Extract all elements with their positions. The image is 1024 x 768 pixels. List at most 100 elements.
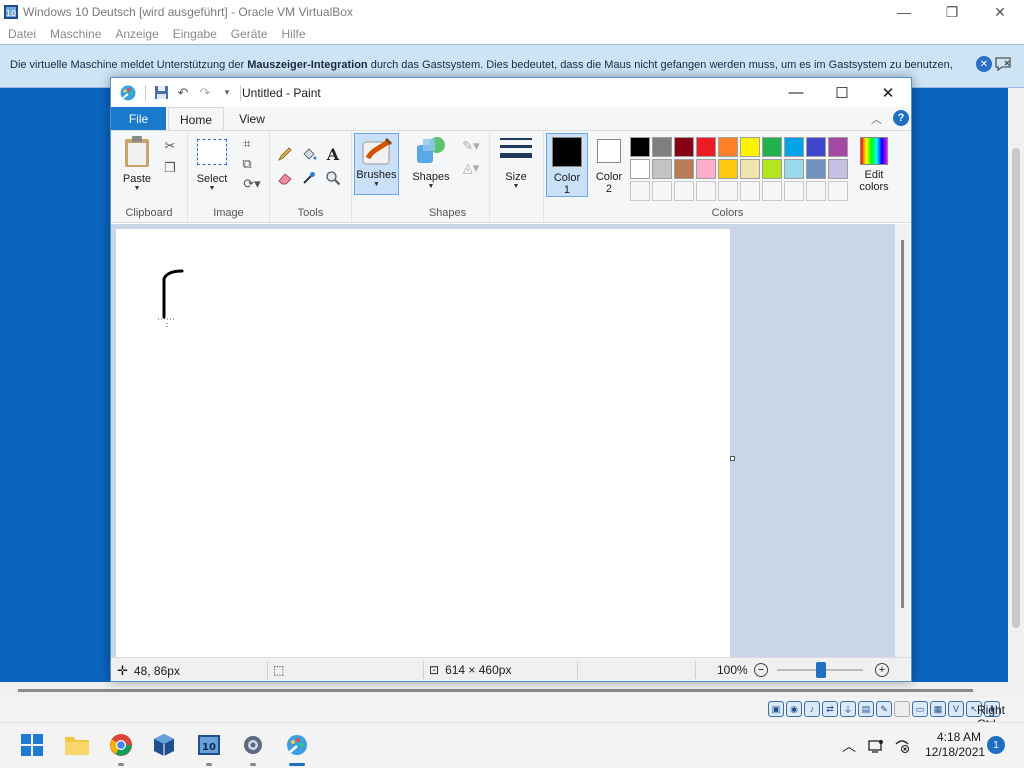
palette-row2-swatch-8[interactable]: [784, 159, 804, 179]
palette-row1-swatch-8[interactable]: [784, 137, 804, 157]
outline-icon[interactable]: ✎▾: [458, 137, 484, 155]
cpu-icon[interactable]: ▦: [930, 701, 946, 717]
host-horizontal-scrollbar[interactable]: [0, 682, 1024, 698]
message-icon[interactable]: [994, 55, 1012, 73]
drag-drop-icon[interactable]: ✎: [876, 701, 892, 717]
color-picker-icon[interactable]: [300, 169, 318, 187]
tab-file[interactable]: File: [111, 107, 166, 130]
palette-row2-swatch-10[interactable]: [828, 159, 848, 179]
redo-icon[interactable]: ↷: [196, 84, 214, 102]
help-icon[interactable]: ?: [893, 110, 909, 126]
file-explorer-button[interactable]: [63, 731, 91, 759]
chrome-button[interactable]: [107, 731, 135, 759]
color2-button[interactable]: Color 2: [590, 133, 628, 197]
palette-row2-swatch-6[interactable]: [740, 159, 760, 179]
scroll-thumb[interactable]: [1012, 148, 1020, 628]
zoom-out-icon[interactable]: −: [754, 663, 768, 677]
custom-color-slot[interactable]: [806, 181, 826, 201]
paint-maximize-button[interactable]: ☐: [819, 78, 865, 107]
menu-anzeige[interactable]: Anzeige: [115, 27, 158, 41]
start-button[interactable]: [18, 731, 46, 759]
shared-folder-icon[interactable]: ▤: [858, 701, 874, 717]
optical-drive-icon[interactable]: ◉: [786, 701, 802, 717]
clock[interactable]: 4:18 AM 12/18/2021: [925, 730, 985, 760]
eraser-icon[interactable]: [276, 169, 294, 187]
display-icon[interactable]: ▭: [912, 701, 928, 717]
paint-close-button[interactable]: ✕: [865, 78, 911, 107]
tab-view[interactable]: View: [226, 107, 278, 130]
crop-icon[interactable]: ⌗: [238, 135, 256, 153]
palette-row2-swatch-1[interactable]: [630, 159, 650, 179]
close-button[interactable]: ✕: [976, 0, 1024, 24]
palette-row1-swatch-3[interactable]: [674, 137, 694, 157]
zoom-in-icon[interactable]: +: [875, 663, 889, 677]
save-icon[interactable]: [152, 84, 170, 102]
shapes-button[interactable]: Shapes ▼: [410, 135, 452, 191]
paint-taskbar-button[interactable]: [283, 731, 311, 759]
palette-row1-swatch-1[interactable]: [630, 137, 650, 157]
network-off-icon[interactable]: [893, 737, 911, 755]
minimize-button[interactable]: —: [880, 0, 928, 24]
notification-badge[interactable]: 1: [987, 736, 1005, 754]
palette-row2-swatch-2[interactable]: [652, 159, 672, 179]
palette-row1-swatch-4[interactable]: [696, 137, 716, 157]
palette-row2-swatch-5[interactable]: [718, 159, 738, 179]
rotate-icon[interactable]: ⟳▾: [238, 175, 266, 193]
palette-row2-swatch-3[interactable]: [674, 159, 694, 179]
cut-icon[interactable]: ✂: [161, 137, 179, 155]
custom-color-slot[interactable]: [828, 181, 848, 201]
palette-row1-swatch-9[interactable]: [806, 137, 826, 157]
palette-row1-swatch-5[interactable]: [718, 137, 738, 157]
pencil-icon[interactable]: [276, 145, 294, 163]
edit-colors-button[interactable]: Edit colors: [854, 135, 894, 193]
zoom-slider-thumb[interactable]: [816, 662, 826, 678]
close-notice-icon[interactable]: ✕: [976, 56, 992, 72]
scroll-thumb[interactable]: [18, 689, 973, 692]
tab-home[interactable]: Home: [168, 107, 224, 131]
color1-button[interactable]: Color 1: [546, 133, 588, 197]
menu-datei[interactable]: Datei: [8, 27, 36, 41]
recording-icon[interactable]: [894, 701, 910, 717]
collapse-ribbon-icon[interactable]: ︿: [871, 111, 882, 127]
palette-row1-swatch-6[interactable]: [740, 137, 760, 157]
drawing-canvas[interactable]: [116, 229, 730, 657]
size-button[interactable]: Size ▼: [496, 135, 536, 191]
palette-row1-swatch-10[interactable]: [828, 137, 848, 157]
usb-icon[interactable]: ⏚: [840, 701, 856, 717]
network-icon[interactable]: ⇄: [822, 701, 838, 717]
shape-fill-icon[interactable]: ◬▾: [458, 159, 484, 177]
audio-icon[interactable]: ♪: [804, 701, 820, 717]
custom-color-slot[interactable]: [740, 181, 760, 201]
fill-icon[interactable]: [300, 145, 318, 163]
paint-minimize-button[interactable]: —: [773, 78, 819, 107]
custom-color-slot[interactable]: [762, 181, 782, 201]
chevron-up-icon[interactable]: ︿: [840, 737, 858, 755]
palette-row2-swatch-4[interactable]: [696, 159, 716, 179]
palette-row1-swatch-7[interactable]: [762, 137, 782, 157]
palette-row1-swatch-2[interactable]: [652, 137, 672, 157]
vt-icon[interactable]: V: [948, 701, 964, 717]
paint-app-icon[interactable]: [119, 84, 137, 102]
undo-icon[interactable]: ↶: [174, 84, 192, 102]
magnifier-icon[interactable]: [324, 169, 342, 187]
menu-eingabe[interactable]: Eingabe: [173, 27, 217, 41]
menu-hilfe[interactable]: Hilfe: [281, 27, 305, 41]
custom-color-slot[interactable]: [674, 181, 694, 201]
host-vertical-scrollbar[interactable]: [1008, 88, 1024, 682]
hard-disk-icon[interactable]: ▣: [768, 701, 784, 717]
paste-button[interactable]: Paste ▼: [119, 135, 155, 193]
copy-icon[interactable]: ❐: [161, 159, 179, 177]
brushes-button[interactable]: Brushes ▼: [354, 133, 399, 195]
vm-window-button[interactable]: 10: [195, 731, 223, 759]
maximize-button[interactable]: ❐: [928, 0, 976, 24]
display-tray-icon[interactable]: [867, 737, 885, 755]
virtualbox-manager-button[interactable]: [150, 731, 178, 759]
menu-geraete[interactable]: Geräte: [231, 27, 268, 41]
palette-row2-swatch-9[interactable]: [806, 159, 826, 179]
custom-color-slot[interactable]: [696, 181, 716, 201]
custom-color-slot[interactable]: [718, 181, 738, 201]
menu-maschine[interactable]: Maschine: [50, 27, 101, 41]
canvas-vertical-scrollbar[interactable]: [895, 224, 911, 657]
palette-row2-swatch-7[interactable]: [762, 159, 782, 179]
custom-color-slot[interactable]: [652, 181, 672, 201]
